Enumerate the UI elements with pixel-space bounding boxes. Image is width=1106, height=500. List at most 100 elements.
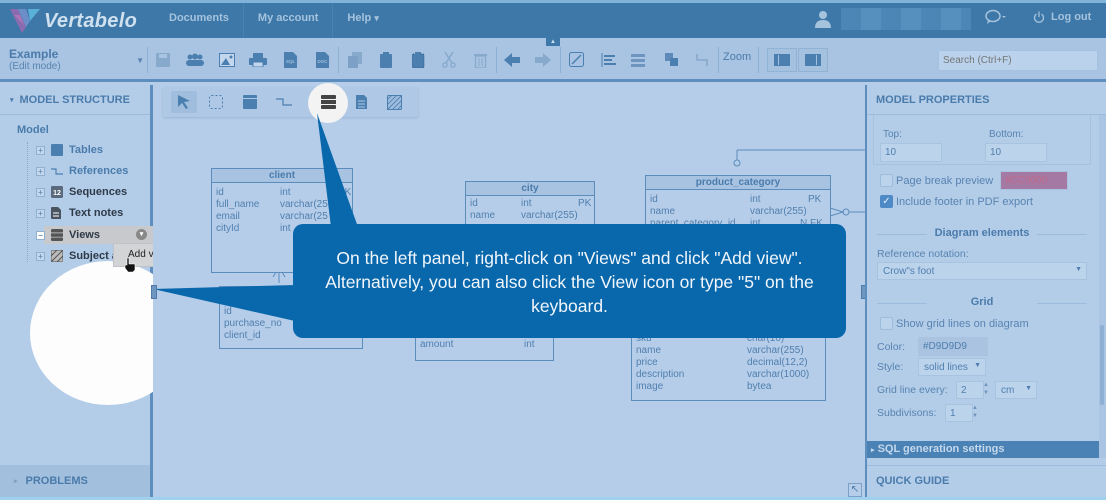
search-input[interactable] [938, 50, 1098, 71]
page-break-color-input[interactable]: #CC0000 [1000, 171, 1068, 190]
table-column-row: description varchar(1000) [636, 369, 810, 380]
sql-generation-settings-section[interactable]: ▸ SQL generation settings [867, 441, 1099, 458]
redo-button[interactable] [532, 49, 554, 71]
tree-root-model[interactable]: Model [17, 124, 49, 136]
edit-button[interactable] [566, 49, 588, 71]
tree-item-references[interactable]: + References [36, 162, 128, 180]
main-menu: Documents My account Help ▾ [155, 3, 393, 38]
item-menu-button[interactable]: ▾ [136, 229, 147, 240]
table-column-row: full_name varchar(25 [216, 199, 328, 210]
expand-icon[interactable]: + [36, 166, 45, 176]
toggle-right-panel-button[interactable] [798, 48, 828, 72]
footer-label: Include footer in PDF export [896, 196, 1033, 208]
left-panel-resize-handle[interactable] [151, 285, 157, 299]
export-sql-button[interactable]: SQL [279, 49, 301, 71]
expand-icon[interactable]: + [36, 187, 45, 197]
paste-button[interactable] [376, 49, 398, 71]
image-icon [219, 53, 235, 67]
view-icon [51, 229, 63, 241]
tree-item-views[interactable]: − Views ▾ [36, 226, 147, 244]
table-column-row: amount int [420, 339, 535, 350]
align-button[interactable] [598, 49, 620, 71]
zoom-menu[interactable]: Zoom [723, 51, 751, 63]
arrange-button[interactable] [661, 49, 683, 71]
grid-color-input[interactable]: #D9D9D9 [918, 337, 988, 356]
tree-item-label: Sequences [69, 186, 128, 198]
table-column-row: name varchar(255) [470, 210, 578, 221]
save-button[interactable] [152, 49, 174, 71]
export-doc-button[interactable]: DOC [311, 49, 333, 71]
show-grid-label: Show grid lines on diagram [896, 318, 1029, 330]
speech-bubble-icon [985, 9, 1006, 24]
brand-name: Vertabelo [44, 9, 138, 32]
export-png-button[interactable] [216, 49, 238, 71]
delete-button[interactable] [469, 49, 491, 71]
chevron-down-icon: ▼ [1075, 266, 1082, 273]
tree-connector [27, 142, 28, 262]
print-button[interactable] [247, 49, 269, 71]
subdivisions-spinner[interactable]: ▲ ▼ [970, 404, 980, 422]
spin-down-icon[interactable]: ▼ [981, 389, 991, 397]
spin-down-icon[interactable]: ▼ [970, 412, 980, 420]
copy-button[interactable] [344, 49, 366, 71]
quick-guide-section[interactable]: QUICK GUIDE [867, 465, 1106, 497]
grid-every-spinner[interactable]: ▲ ▼ [981, 381, 991, 399]
spin-up-icon[interactable]: ▲ [970, 404, 980, 412]
undo-button[interactable] [501, 49, 523, 71]
properties-scrollbar[interactable] [1099, 115, 1106, 458]
model-mode: (Edit mode) [9, 61, 61, 72]
tree-item-label: Text notes [69, 207, 124, 219]
sequence-icon: 12 [51, 186, 63, 198]
tree-item-text-notes[interactable]: + Text notes [36, 204, 123, 222]
share-button[interactable] [184, 49, 206, 71]
grid-unit-select[interactable]: cm ▼ [995, 381, 1037, 399]
nav-documents-label: Documents [169, 12, 229, 24]
collapse-header-button[interactable]: ▲ [546, 38, 560, 46]
tree-item-subject-areas[interactable]: + Subject a [36, 247, 118, 265]
expand-icon[interactable]: + [36, 208, 45, 218]
feedback-button[interactable] [985, 9, 1007, 28]
model-structure-header[interactable]: ▾ MODEL STRUCTURE [0, 85, 150, 115]
chevron-down-icon: ▼ [1025, 385, 1032, 392]
model-structure-panel: ▾ MODEL STRUCTURE Model + Tables + Refer… [0, 85, 186, 497]
fit-view-button[interactable]: ↖ [848, 483, 862, 497]
spin-up-icon[interactable]: ▲ [981, 381, 991, 389]
reference-notation-select[interactable]: Crow"s foot ▼ [877, 262, 1087, 280]
table-title: product_category [646, 176, 830, 190]
nav-my-account[interactable]: My account [244, 3, 334, 38]
reference-notation-value: Crow"s foot [883, 266, 935, 277]
bottom-margin-input[interactable] [985, 143, 1047, 162]
page-break-checkbox[interactable] [880, 174, 893, 187]
problems-section[interactable]: ▸ PROBLEMS [0, 465, 150, 497]
tree-item-tables[interactable]: + Tables [36, 141, 103, 159]
diagram-canvas[interactable]: client id int PK full_name varchar(25 email… [151, 83, 867, 497]
paste-special-button[interactable] [408, 49, 430, 71]
top-margin-input[interactable] [880, 143, 942, 162]
distribute-button[interactable] [629, 49, 651, 71]
user-menu[interactable] [815, 8, 971, 30]
subdivisions-input[interactable] [945, 404, 973, 422]
show-grid-checkbox[interactable] [880, 317, 893, 330]
toolbar-divider [147, 47, 148, 73]
nav-help[interactable]: Help ▾ [333, 3, 392, 38]
tree-item-sequences[interactable]: + 12 Sequences [36, 183, 127, 201]
expand-icon[interactable]: + [36, 145, 45, 155]
model-selector[interactable]: Example (Edit mode) ▼ [9, 47, 144, 72]
footer-checkbox[interactable]: ✓ [880, 195, 893, 208]
grid-style-select[interactable]: solid lines ▼ [918, 358, 986, 376]
tree-item-label: Subject a [69, 250, 118, 262]
logout-button[interactable]: Log out [1033, 11, 1091, 23]
route-lines-button[interactable] [692, 49, 714, 71]
nav-documents[interactable]: Documents [155, 3, 244, 38]
cut-button[interactable] [438, 49, 460, 71]
toggle-left-panel-button[interactable] [767, 48, 797, 72]
scrollbar-thumb[interactable] [1100, 325, 1104, 405]
expand-icon[interactable]: + [36, 251, 45, 261]
collapse-icon[interactable]: − [36, 230, 45, 240]
right-panel-icon [805, 54, 821, 66]
vertabelo-logo[interactable]: Vertabelo [10, 7, 137, 35]
grid-every-input[interactable] [956, 381, 984, 399]
align-icon [601, 53, 616, 67]
svg-text:SQL: SQL [285, 59, 295, 64]
trash-icon [473, 54, 487, 68]
